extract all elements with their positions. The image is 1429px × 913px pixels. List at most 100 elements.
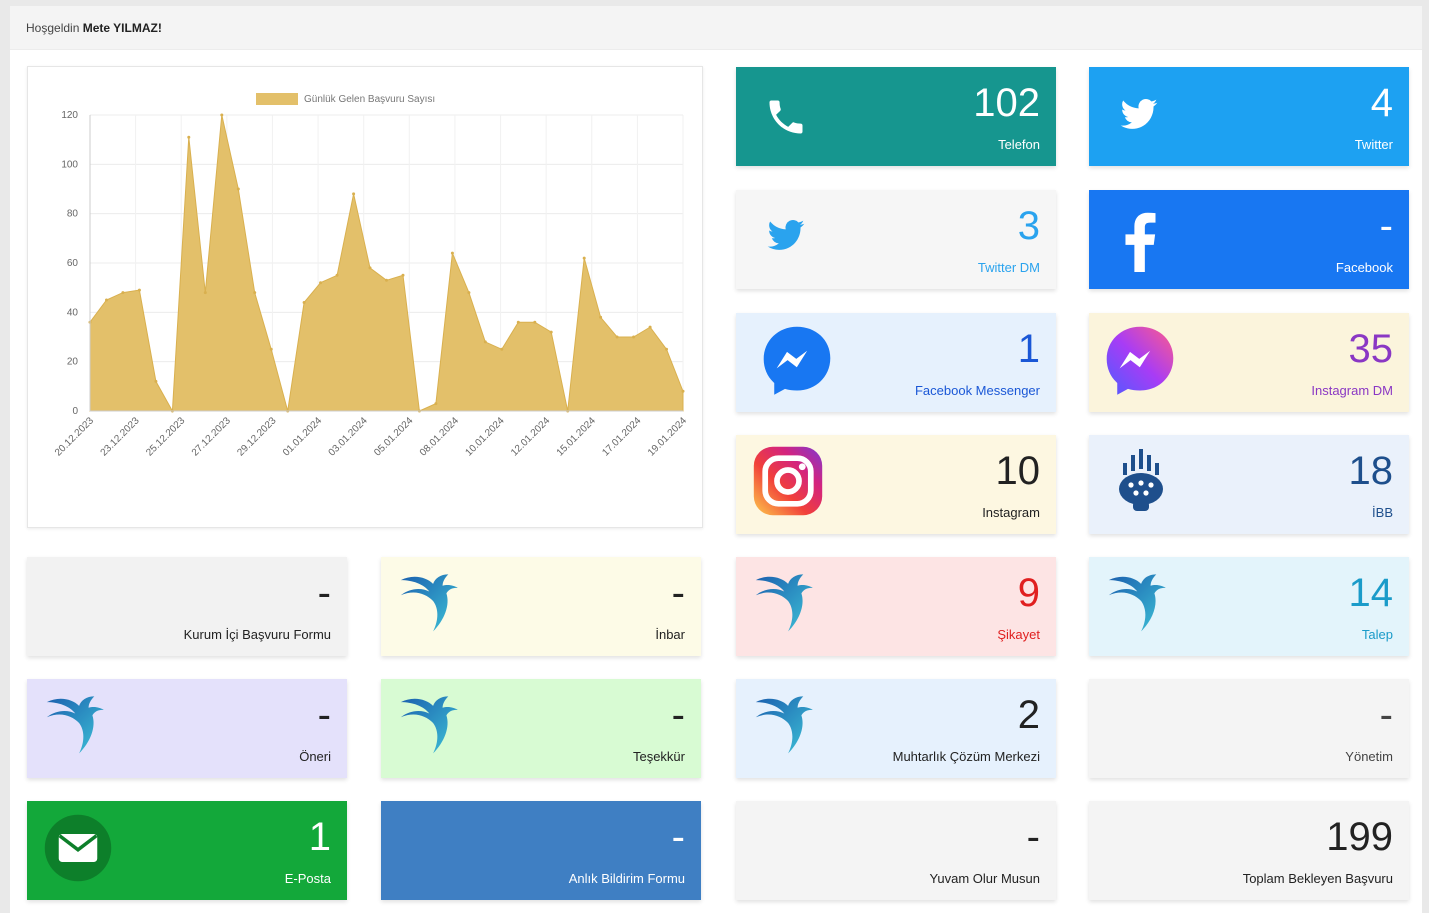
x-tick-label: 19.01.2024 xyxy=(646,415,689,458)
tile-twitter-dm[interactable]: 3 Twitter DM xyxy=(736,190,1056,289)
tile-inbar[interactable]: - İnbar xyxy=(381,557,701,656)
tile-value: 18 xyxy=(1348,449,1394,493)
tile-anlik-bildirim[interactable]: - Anlık Bildirim Formu xyxy=(381,801,701,900)
tile-label: Kurum İçi Başvuru Formu xyxy=(183,627,331,642)
tile-value: - xyxy=(1379,693,1393,737)
data-point xyxy=(681,389,685,393)
swallow-icon xyxy=(1105,563,1181,644)
swallow-icon xyxy=(397,685,473,766)
data-point xyxy=(665,347,668,351)
data-point xyxy=(220,113,224,117)
area-chart-svg: 0 20 40 60 80 100 120 20.12.2023 23.12.2023 25.12… xyxy=(53,93,689,459)
tile-instagram[interactable]: 10 Instagram xyxy=(736,435,1056,534)
tile-muhtarlik[interactable]: 2 Muhtarlık Çözüm Merkezi xyxy=(736,679,1056,778)
tile-label: Telefon xyxy=(998,137,1040,152)
instagram-icon xyxy=(750,443,826,524)
tile-talep[interactable]: 14 Talep xyxy=(1089,557,1409,656)
tile-value: - xyxy=(1026,815,1040,859)
x-tick-label: 10.01.2024 xyxy=(463,415,506,458)
tile-ibb[interactable]: 18 İBB xyxy=(1089,435,1409,534)
data-point xyxy=(385,278,388,282)
tile-value: - xyxy=(317,693,331,737)
data-point xyxy=(632,335,636,339)
user-name: Mete YILMAZ! xyxy=(82,21,162,35)
tile-label: Facebook xyxy=(1335,260,1393,275)
data-point xyxy=(352,192,356,196)
y-tick-label: 100 xyxy=(61,159,78,170)
tile-value: - xyxy=(317,571,331,615)
facebook-icon xyxy=(1123,210,1157,277)
daily-applications-chart: 0 20 40 60 80 100 120 20.12.2023 23.12.2023 25.12… xyxy=(27,66,703,528)
tile-facebook-messenger[interactable]: 1 Facebook Messenger xyxy=(736,313,1056,412)
tile-instagram-dm[interactable]: 35 Instagram DM xyxy=(1089,313,1409,412)
tile-label: Anlık Bildirim Formu xyxy=(568,871,685,886)
data-point xyxy=(483,340,487,344)
tile-value: 1 xyxy=(1017,327,1040,371)
messenger-icon xyxy=(760,323,834,402)
x-tick-label: 25.12.2023 xyxy=(144,415,187,458)
tile-label: Teşekkür xyxy=(632,749,685,764)
tile-value: 102 xyxy=(973,81,1040,125)
data-point xyxy=(467,291,471,295)
twitter-bird-icon xyxy=(1117,95,1161,140)
data-point xyxy=(401,273,405,277)
tile-label: E-Posta xyxy=(284,871,331,886)
y-tick-label: 60 xyxy=(67,258,79,269)
data-point xyxy=(434,402,438,406)
swallow-icon xyxy=(752,563,828,644)
swallow-icon xyxy=(752,685,828,766)
tile-label: Twitter DM xyxy=(977,260,1040,275)
x-tick-label: 23.12.2023 xyxy=(99,415,142,458)
data-point xyxy=(137,288,141,292)
x-tick-label: 20.12.2023 xyxy=(53,415,96,458)
tile-value: 199 xyxy=(1326,815,1393,859)
tile-tesekkur[interactable]: - Teşekkür xyxy=(381,679,701,778)
tile-value: 4 xyxy=(1370,81,1393,125)
tile-value: 9 xyxy=(1017,571,1040,615)
tile-label: Toplam Bekleyen Başvuru xyxy=(1242,871,1393,886)
greeting-text: Hoşgeldin xyxy=(26,21,80,35)
y-tick-label: 0 xyxy=(72,406,78,417)
tile-value: 3 xyxy=(1017,204,1040,248)
tile-value: - xyxy=(671,571,685,615)
data-point xyxy=(533,320,537,324)
messenger-gradient-icon xyxy=(1103,323,1177,402)
tile-sikayet[interactable]: 9 Şikayet xyxy=(736,557,1056,656)
y-tick-label: 20 xyxy=(67,357,79,368)
ibb-logo-icon xyxy=(1111,445,1171,520)
data-point xyxy=(236,187,240,191)
tile-label: İnbar xyxy=(655,627,685,642)
data-point xyxy=(154,379,158,383)
tile-twitter[interactable]: 4 Twitter xyxy=(1089,67,1409,166)
data-point xyxy=(302,301,306,304)
tile-label: Talep xyxy=(1361,627,1393,642)
tile-kurum-ici-basvuru[interactable]: - Kurum İçi Başvuru Formu xyxy=(27,557,347,656)
x-tick-label: 27.12.2023 xyxy=(190,415,233,458)
data-point xyxy=(319,281,323,285)
y-tick-label: 40 xyxy=(67,307,79,318)
tile-value: 10 xyxy=(995,449,1041,493)
data-point xyxy=(648,325,652,329)
tile-e-posta[interactable]: 1 E-Posta xyxy=(27,801,347,900)
tile-yonetim[interactable]: - Yönetim xyxy=(1089,679,1409,778)
x-tick-label: 08.01.2024 xyxy=(418,415,461,458)
x-tick-label: 15.01.2024 xyxy=(555,415,598,458)
tile-oneri[interactable]: - Öneri xyxy=(27,679,347,778)
x-tick-label: 03.01.2024 xyxy=(327,415,370,458)
tile-value: - xyxy=(671,693,685,737)
tile-facebook[interactable]: - Facebook xyxy=(1089,190,1409,289)
tile-toplam-bekleyen[interactable]: 199 Toplam Bekleyen Başvuru xyxy=(1089,801,1409,900)
data-point xyxy=(549,330,553,334)
data-point xyxy=(187,135,191,139)
y-tick-label: 120 xyxy=(61,110,78,121)
tile-telefon[interactable]: 102 Telefon xyxy=(736,67,1056,166)
data-point xyxy=(450,251,454,255)
tile-value: 1 xyxy=(308,815,331,859)
tile-yuvam-olur-musun[interactable]: - Yuvam Olur Musun xyxy=(736,801,1056,900)
tile-label: Instagram xyxy=(982,505,1040,520)
data-point xyxy=(582,256,586,260)
x-tick-label: 29.12.2023 xyxy=(235,415,278,458)
tile-label: Instagram DM xyxy=(1311,383,1393,398)
tile-label: İBB xyxy=(1372,505,1393,520)
x-tick-label: 01.01.2024 xyxy=(281,415,324,458)
